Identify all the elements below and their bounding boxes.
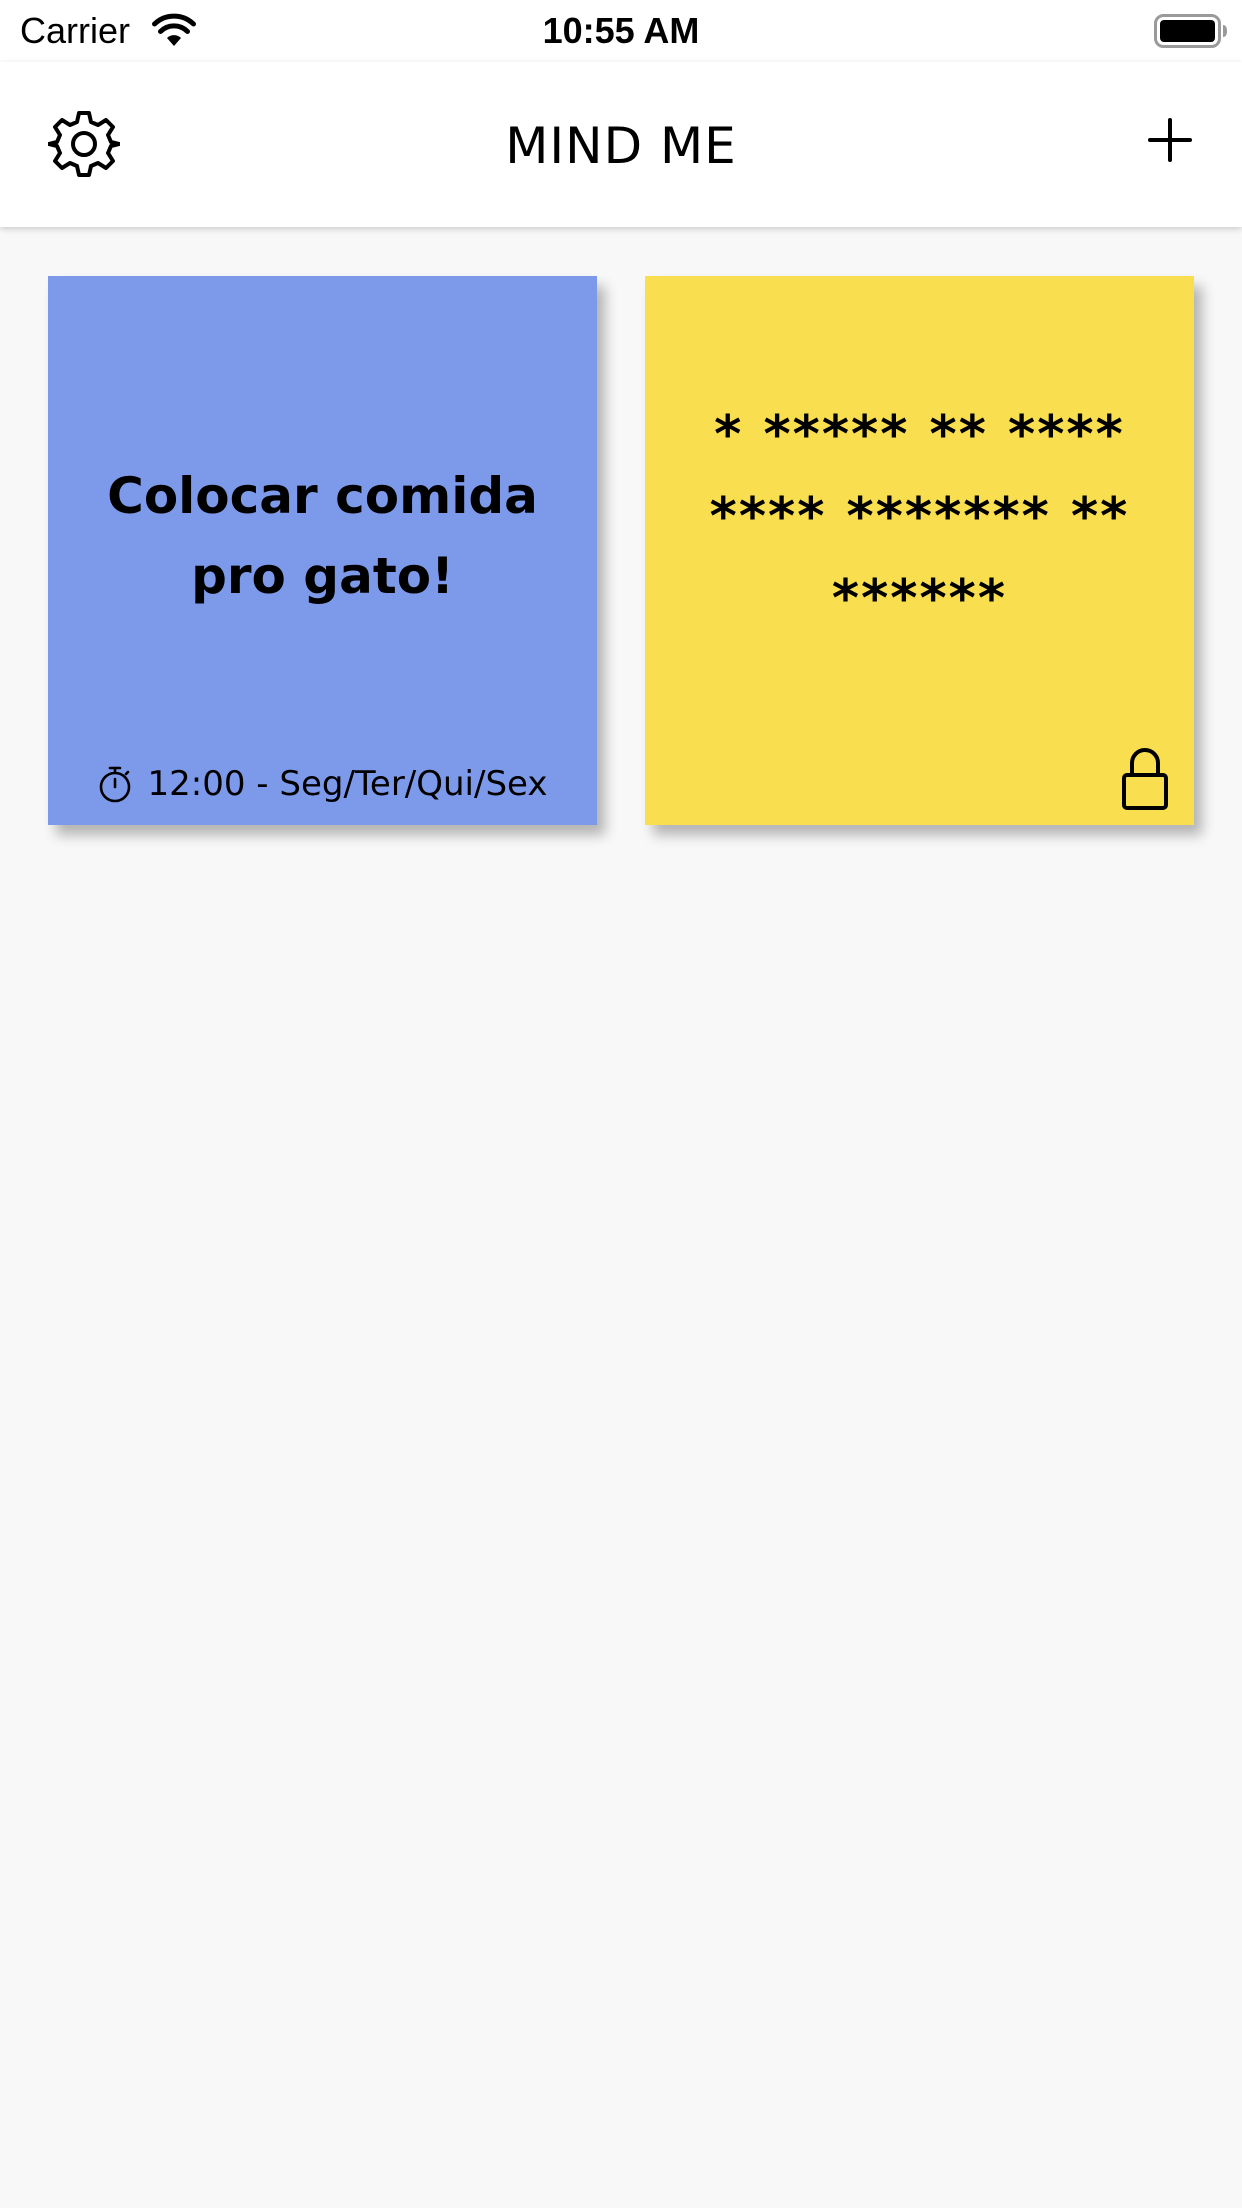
note-text-hidden: * ***** ** **** **** ******* ** ****** [709,405,1130,629]
page-title: MIND ME [505,117,737,175]
plus-icon[interactable] [1146,116,1194,164]
note-schedule-text: 12:00 - Seg/Ter/Qui/Sex [147,764,548,804]
battery-icon [1154,14,1227,48]
stopwatch-icon [99,766,130,803]
note-schedule: 12:00 - Seg/Ter/Qui/Sex [48,759,597,809]
lock-icon [1122,748,1168,810]
status-time: 10:55 AM [542,10,700,51]
nav-bar: MIND ME [0,62,1242,227]
note-card[interactable]: Colocar comida pro gato! 12:00 - Seg/Ter… [48,276,597,825]
status-bar: Carrier 10:55 AM [0,0,1242,62]
note-text: Colocar comida pro gato! [107,467,538,605]
note-card-locked[interactable]: * ***** ** **** **** ******* ** ****** [645,276,1194,825]
